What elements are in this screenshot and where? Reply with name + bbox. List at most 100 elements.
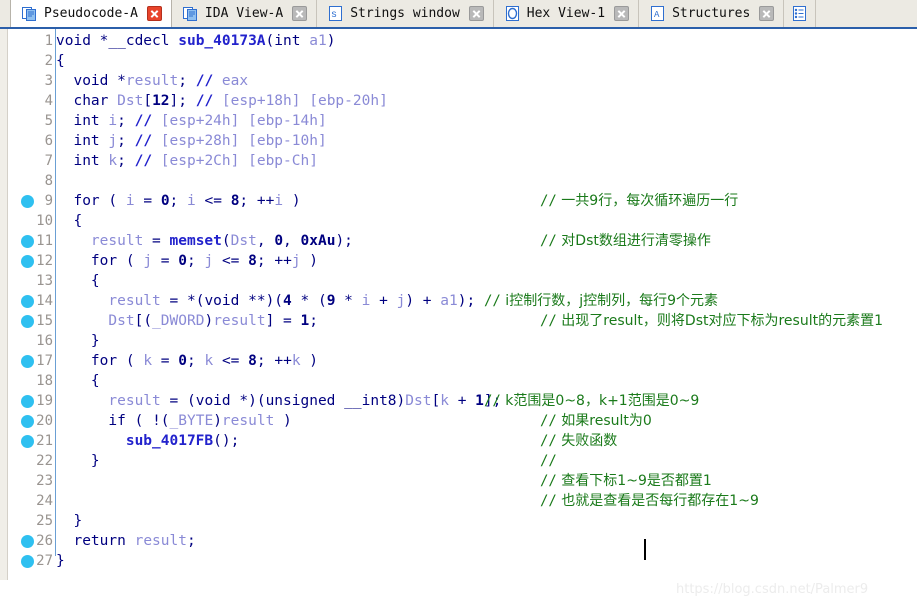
code-line[interactable]: int i; // [esp+24h] [ebp-14h] <box>56 111 917 131</box>
inline-comment: // 一共9行，每次循环遍历一行 <box>540 193 739 209</box>
tab-label: Hex View-1 <box>526 6 606 21</box>
line-number: 24 <box>36 493 53 509</box>
tab-label: Structures <box>672 6 751 21</box>
code-line[interactable]: } <box>56 511 917 531</box>
line-number: 5 <box>44 113 53 129</box>
code-text: result = memset(Dst, 0, 0xAu); <box>90 233 353 249</box>
code-text: { <box>90 373 100 389</box>
code-line[interactable]: return result; <box>56 531 917 551</box>
code-text: for ( k = 0; k <= 8; ++k ) <box>90 353 319 369</box>
code-line[interactable]: // 也就是查看是否每行都存在1~9 <box>56 491 917 511</box>
code-line[interactable]: { <box>56 51 917 71</box>
code-text: result = (void *)(unsigned __int8)Dst[k … <box>108 393 502 409</box>
line-number: 11 <box>36 233 53 249</box>
code-line[interactable]: result = memset(Dst, 0, 0xAu); // 对Dst数组进… <box>56 231 917 251</box>
code-text: return result; <box>73 533 196 549</box>
code-text: { <box>90 273 100 289</box>
code-line[interactable]: sub_4017FB(); // 失败函数 <box>56 431 917 451</box>
code-line[interactable]: } // <box>56 451 917 471</box>
line-number: 1 <box>44 33 53 49</box>
editor-left-rail <box>0 29 8 580</box>
watermark: https://blog.csdn.net/Palmer9 <box>676 582 869 597</box>
line-number: 12 <box>36 253 53 269</box>
code-line[interactable]: for ( k = 0; k <= 8; ++k ) <box>56 351 917 371</box>
tab-pseudocode-a[interactable]: Pseudocode-A <box>10 0 172 27</box>
code-line[interactable]: result = *(void **)(4 * (9 * i + j) + a1… <box>56 291 917 311</box>
code-text: { <box>73 213 83 229</box>
line-number: 3 <box>44 73 53 89</box>
line-number: 19 <box>36 393 53 409</box>
line-number: 8 <box>44 173 53 189</box>
inline-comment: // 出现了result，则将Dst对应下标为result的元素置1 <box>540 313 883 329</box>
code-line[interactable] <box>56 171 917 191</box>
pseudocode-icon <box>22 6 37 21</box>
line-number: 4 <box>44 93 53 109</box>
tab-strings-window[interactable]: s Strings window <box>317 0 494 27</box>
code-text: } <box>73 513 83 529</box>
inline-comment: // 对Dst数组进行清零操作 <box>540 233 711 249</box>
tab-ida-view-a[interactable]: IDA View-A <box>171 0 318 27</box>
code-text: int i; // [esp+24h] [ebp-14h] <box>73 113 327 129</box>
line-number: 16 <box>36 333 53 349</box>
svg-text:A: A <box>654 10 660 20</box>
line-number: 25 <box>36 513 53 529</box>
code-line[interactable]: { <box>56 211 917 231</box>
code-text: } <box>90 333 100 349</box>
hex-view-icon <box>505 6 520 21</box>
code-line[interactable]: if ( !(_BYTE)result ) // 如果result为0 <box>56 411 917 431</box>
line-number: 14 <box>36 293 53 309</box>
tab-close-icon[interactable] <box>146 5 162 21</box>
line-number: 23 <box>36 473 53 489</box>
line-number: 2 <box>44 53 53 69</box>
code-line[interactable]: } <box>56 551 917 571</box>
pseudocode-editor[interactable]: 1 2 3 4 5 6 7 8 9 10 11 12 13 14 15 16 17 18 19 20 21 22 23 24 2… <box>0 29 917 597</box>
code-line[interactable]: for ( i = 0; i <= 8; ++i ) // 一共9行，每次循环遍历… <box>56 191 917 211</box>
code-line[interactable]: int k; // [esp+2Ch] [ebp-Ch] <box>56 151 917 171</box>
line-number: 26 <box>36 533 53 549</box>
enums-icon <box>792 6 807 21</box>
code-line[interactable]: int j; // [esp+28h] [ebp-10h] <box>56 131 917 151</box>
code-text: for ( i = 0; i <= 8; ++i ) <box>73 193 301 209</box>
code-line[interactable]: { <box>56 271 917 291</box>
inline-comment: // i控制行数，j控制列，每行9个元素 <box>484 293 718 309</box>
code-line[interactable]: result = (void *)(unsigned __int8)Dst[k … <box>56 391 917 411</box>
line-number: 15 <box>36 313 53 329</box>
code-line[interactable]: { <box>56 371 917 391</box>
tab-close-icon[interactable] <box>292 6 308 21</box>
code-line[interactable]: Dst[(_DWORD)result] = 1; // 出现了result，则将D… <box>56 311 917 331</box>
code-text: sub_4017FB(); <box>125 433 240 449</box>
line-number: 6 <box>44 133 53 149</box>
tab-close-icon[interactable] <box>759 6 775 21</box>
inline-comment: // k范围是0~8，k+1范围是0~9 <box>484 393 700 409</box>
code-text: void *__cdecl sub_40173A(int a1) <box>56 33 336 49</box>
tab-close-icon[interactable] <box>468 6 484 21</box>
code-text: result = *(void **)(4 * (9 * i + j) + a1… <box>108 293 476 309</box>
code-line[interactable]: char Dst[12]; // [esp+18h] [ebp-20h] <box>56 91 917 111</box>
code-text: } <box>56 553 65 569</box>
tab-label: IDA View-A <box>204 6 284 21</box>
line-number: 18 <box>36 373 53 389</box>
code-text: int j; // [esp+28h] [ebp-10h] <box>73 133 327 149</box>
code-line[interactable]: // 查看下标1~9是否都置1 <box>56 471 917 491</box>
tab-hex-view-1[interactable]: Hex View-1 <box>493 0 640 27</box>
line-number-gutter[interactable]: 1 2 3 4 5 6 7 8 9 10 11 12 13 14 15 16 17 18 19 20 21 22 23 24 2… <box>9 29 55 580</box>
line-number: 10 <box>36 213 53 229</box>
structures-icon: A <box>650 6 665 21</box>
tab-close-icon[interactable] <box>614 6 630 21</box>
inline-comment: // <box>540 453 557 469</box>
tab-bar: Pseudocode-A IDA View-A s Strings window Hex… <box>0 0 917 29</box>
code-text: for ( j = 0; j <= 8; ++j ) <box>90 253 319 269</box>
inline-comment: // 查看下标1~9是否都置1 <box>540 473 712 489</box>
inline-comment: // 也就是查看是否每行都存在1~9 <box>540 493 759 509</box>
code-line[interactable]: } <box>56 331 917 351</box>
line-number: 17 <box>36 353 53 369</box>
code-area[interactable]: void *__cdecl sub_40173A(int a1) { void *… <box>56 29 917 580</box>
code-line[interactable]: void *__cdecl sub_40173A(int a1) <box>56 31 917 51</box>
tab-label: Strings window <box>350 6 460 21</box>
tab-structures[interactable]: A Structures <box>639 0 785 27</box>
code-line[interactable]: for ( j = 0; j <= 8; ++j ) <box>56 251 917 271</box>
tab-enums[interactable] <box>784 0 817 27</box>
code-text: void *result; // eax <box>73 73 249 89</box>
line-number: 27 <box>36 553 53 569</box>
code-line[interactable]: void *result; // eax <box>56 71 917 91</box>
